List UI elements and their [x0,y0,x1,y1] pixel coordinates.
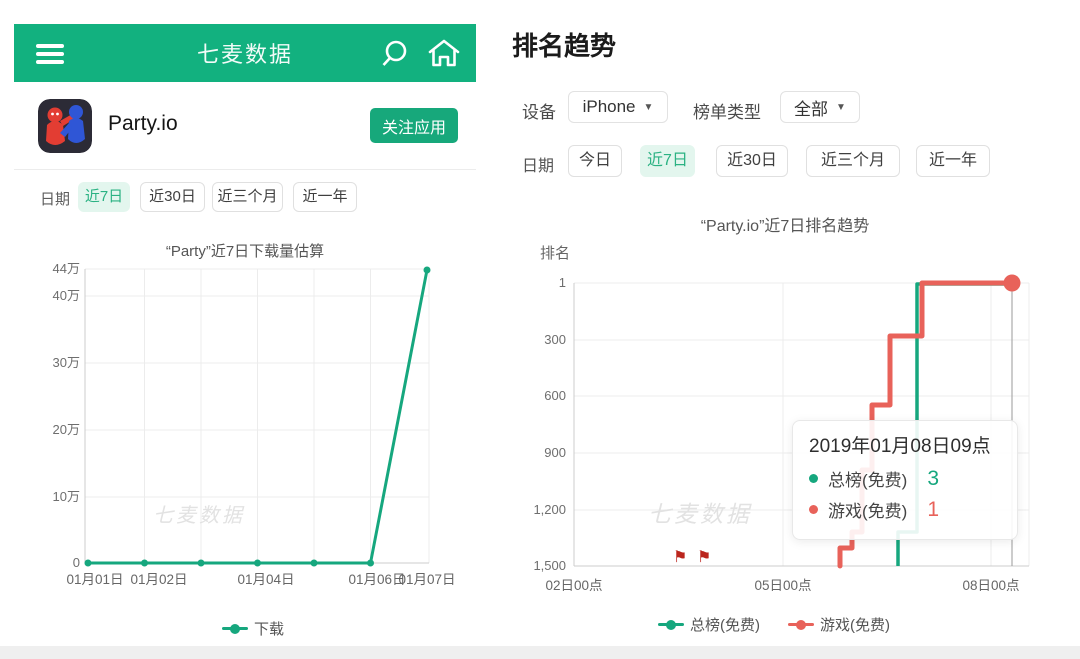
device-filter-label: 设备 [522,103,556,122]
y-tick: 300 [544,332,566,347]
x-tick: 01月07日 [398,572,455,587]
data-point [254,559,261,567]
app-icon[interactable] [38,99,92,153]
screenshot-root: 七麦数据 Party.io 关注应用 日期 近7日 近30日 近三个月 近一年 … [0,0,1080,659]
x-tick: 02日00点 [545,578,602,593]
y-tick: 1,500 [533,558,566,573]
x-tick: 01月01日 [66,572,123,587]
device-select-value: iPhone [582,97,636,116]
y-axis-name: 排名 [540,245,571,262]
tab-lastyear[interactable]: 近一年 [293,182,357,212]
home-icon[interactable] [428,39,460,67]
appbar-icons [382,39,460,67]
tab-today[interactable]: 今日 [568,145,622,177]
tooltip-series-label: 总榜(免费) [828,471,908,490]
date-filter-label: 日期 [40,191,71,208]
x-tick: 05日00点 [754,578,811,593]
legend-label: 总榜(免费) [690,617,760,634]
tab-last7days[interactable]: 近7日 [78,182,130,212]
y-tick: 0 [73,555,80,570]
watermark: 七麦数据 [153,505,245,527]
divider [14,169,476,170]
tooltip-series-value: 3 [927,466,939,490]
y-tick: 20万 [53,422,80,437]
search-icon[interactable] [382,40,407,66]
data-point [367,559,374,567]
y-tick: 44万 [53,261,80,276]
category-select[interactable]: 全部 ▼ [780,91,860,123]
y-tick: 1,200 [533,502,566,517]
series-dot-icon [809,505,818,514]
category-select-value: 全部 [794,99,829,119]
date-filter-label: 日期 [522,158,555,175]
legend-total-rank[interactable]: 总榜(免费) [658,614,760,635]
data-point [423,266,431,274]
tab-last3months[interactable]: 近三个月 [806,145,900,177]
x-tick: 01月02日 [130,572,187,587]
watermark: 七麦数据 [648,501,752,527]
legend-label: 游戏(免费) [820,617,890,634]
app-header-row: Party.io 关注应用 [14,82,476,169]
data-point [141,559,148,567]
tooltip-row: 总榜(免费) 3 [809,466,1003,491]
tab-last3months[interactable]: 近三个月 [212,182,283,212]
legend-marker [788,619,814,630]
legend-game-rank[interactable]: 游戏(免费) [788,614,890,635]
ranking-trend-panel: 排名趋势 设备 iPhone ▼ 榜单类型 全部 ▼ 日期 今日 近7日 近30… [490,0,1080,646]
chart-tooltip: 2019年01月08日09点 总榜(免费) 3 游戏(免费) 1 [792,420,1018,540]
data-point [84,559,92,567]
y-tick: 600 [544,388,566,403]
y-tick: 30万 [53,355,80,370]
x-tick: 01月06日 [348,572,405,587]
download-chart-title: “Party”近7日下载量估算 [165,243,325,260]
legend-download[interactable]: 下载 [222,618,284,639]
category-filter-label: 榜单类型 [693,103,761,122]
device-select[interactable]: iPhone ▼ [568,91,668,123]
y-tick: 1 [559,275,566,290]
x-tick: 08日00点 [962,578,1019,593]
qimai-mobile-panel: 七麦数据 Party.io 关注应用 日期 近7日 近30日 近三个月 近一年 … [14,14,476,646]
ranking-chart-title: “Party.io”近7日排名趋势 [700,218,870,235]
tab-last30days[interactable]: 近30日 [716,145,788,177]
tooltip-row: 游戏(免费) 1 [809,497,1003,522]
tooltip-series-label: 游戏(免费) [828,502,908,521]
follow-app-button[interactable]: 关注应用 [370,108,458,143]
tooltip-title: 2019年01月08日09点 [809,436,991,457]
mobile-appbar: 七麦数据 [14,24,476,82]
tab-lastyear[interactable]: 近一年 [916,145,990,177]
data-point [310,559,318,567]
tab-last7days[interactable]: 近7日 [640,145,695,177]
event-flag-icon[interactable]: ⚑ [697,549,711,566]
legend-marker [658,619,684,630]
latest-point-dot [1003,274,1021,292]
legend-label: 下载 [254,621,285,638]
y-tick: 40万 [53,288,80,303]
y-tick: 900 [544,445,566,460]
tooltip-series-value: 1 [927,497,939,521]
tab-last30days[interactable]: 近30日 [140,182,205,212]
page-title: 排名趋势 [512,31,617,61]
download-series-line [88,269,429,565]
chevron-down-icon: ▼ [643,101,654,113]
legend-marker [222,623,248,634]
app-name: Party.io [108,112,178,135]
bottom-band [0,646,1080,659]
y-tick: 10万 [53,489,80,504]
event-flag-icon[interactable]: ⚑ [673,549,687,566]
chevron-down-icon: ▼ [836,101,846,113]
left-date-filter: 日期 近7日 近30日 近三个月 近一年 [14,182,476,212]
data-point [197,559,205,567]
x-tick: 01月04日 [237,572,294,587]
series-dot-icon [809,474,818,483]
